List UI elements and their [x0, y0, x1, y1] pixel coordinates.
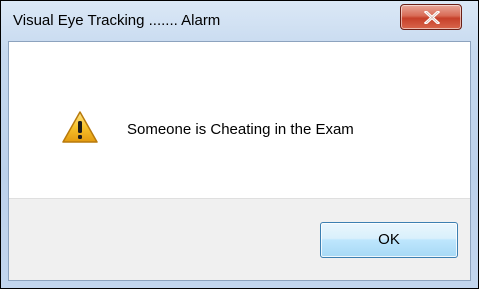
ok-button[interactable]: OK	[320, 222, 458, 258]
close-x-icon	[424, 11, 440, 24]
title-bar[interactable]: Visual Eye Tracking ....... Alarm	[1, 1, 478, 41]
warning-icon	[62, 111, 98, 143]
dialog-client-area: Someone is Cheating in the Exam OK	[8, 41, 471, 281]
close-button[interactable]	[400, 4, 462, 30]
dialog-window: Visual Eye Tracking ....... Alarm Someon…	[0, 0, 479, 289]
window-title: Visual Eye Tracking ....... Alarm	[13, 12, 221, 29]
message-area: Someone is Cheating in the Exam	[9, 42, 470, 198]
alarm-message: Someone is Cheating in the Exam	[127, 121, 354, 138]
button-area: OK	[9, 198, 470, 280]
